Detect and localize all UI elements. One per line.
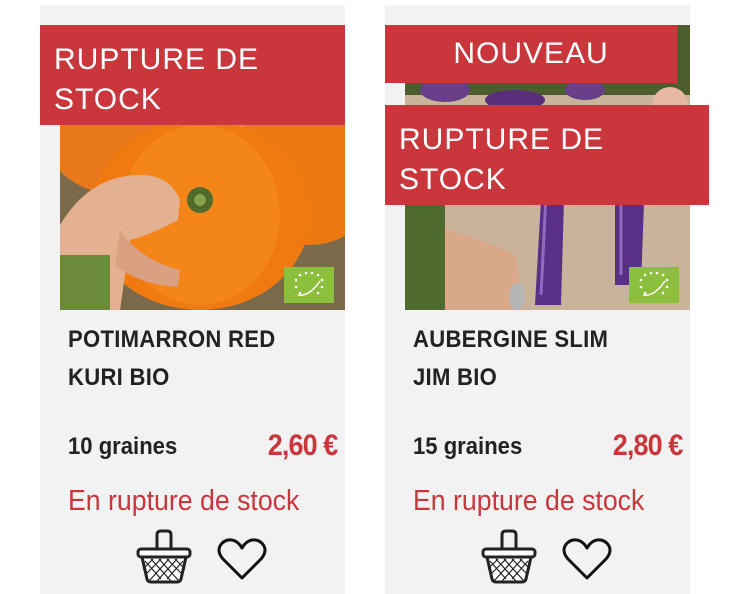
basket-icon[interactable]: [480, 529, 538, 590]
product-card[interactable]: NOUVEAU RUPTURE DE STOCK AUBERGINE SLIM …: [385, 5, 709, 594]
product-quantity: 10 graines: [68, 433, 178, 460]
eu-organic-logo: [629, 267, 679, 582]
product-name[interactable]: POTIMARRON RED KURI BIO: [68, 321, 307, 397]
heart-icon[interactable]: [217, 537, 267, 586]
product-price: 2,60 €: [267, 429, 338, 462]
product-actions: [135, 529, 275, 585]
heart-icon[interactable]: [562, 537, 612, 586]
out-of-stock-banner: RUPTURE DE STOCK: [40, 25, 345, 125]
availability-status: En rupture de stock: [413, 485, 645, 517]
availability-status: En rupture de stock: [68, 485, 300, 517]
product-name[interactable]: AUBERGINE SLIM JIM BIO: [413, 321, 652, 397]
basket-icon[interactable]: [135, 529, 193, 590]
eu-organic-logo: [284, 267, 334, 582]
product-price: 2,80 €: [612, 429, 683, 462]
new-product-banner: NOUVEAU: [385, 25, 677, 83]
product-card[interactable]: RUPTURE DE STOCK POTIMARRON RED KURI BIO…: [40, 5, 345, 594]
product-quantity: 15 graines: [413, 433, 523, 460]
product-actions: [480, 529, 620, 585]
out-of-stock-banner: RUPTURE DE STOCK: [385, 105, 709, 205]
